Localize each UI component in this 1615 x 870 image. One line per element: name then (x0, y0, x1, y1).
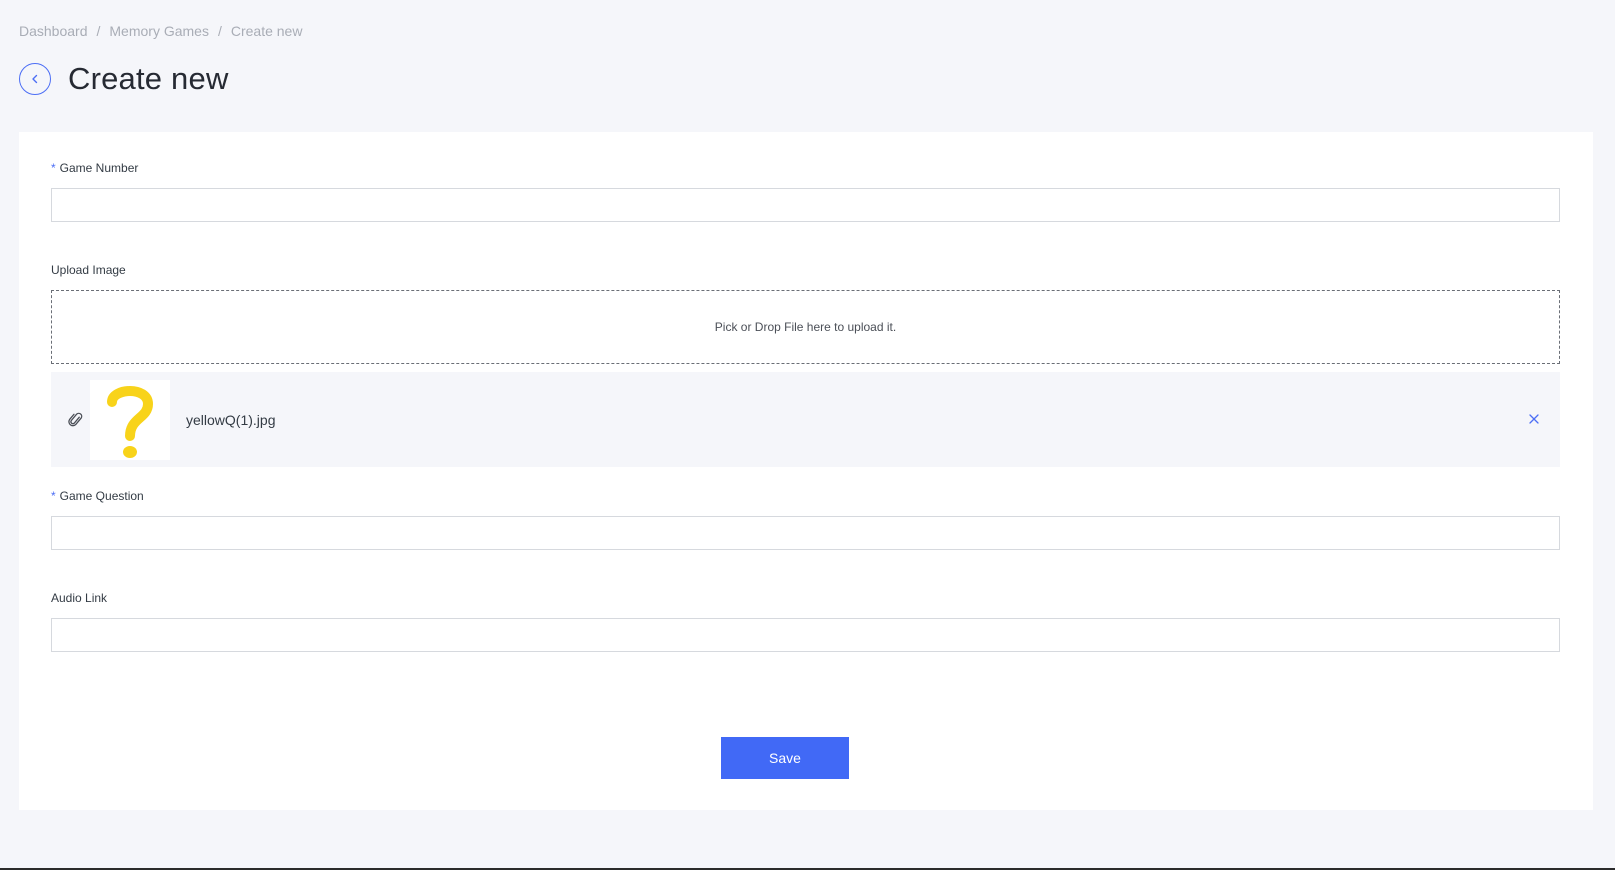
game-number-label-text: Game Number (59, 161, 139, 175)
breadcrumb-dashboard[interactable]: Dashboard (19, 23, 88, 39)
audio-link-input[interactable] (51, 618, 1560, 652)
breadcrumb: Dashboard / Memory Games / Create new (19, 22, 302, 40)
file-name: yellowQ(1).jpg (186, 411, 276, 428)
required-mark: * (51, 161, 56, 175)
form-card: * Game Number Upload Image Pick or Drop F… (19, 132, 1593, 810)
breadcrumb-separator: / (96, 23, 101, 39)
game-number-input[interactable] (51, 188, 1560, 222)
back-button[interactable] (19, 63, 51, 95)
breadcrumb-separator: / (217, 23, 222, 39)
game-question-input[interactable] (51, 516, 1560, 550)
upload-dropzone[interactable]: Pick or Drop File here to upload it. (51, 290, 1560, 364)
paperclip-icon (66, 410, 86, 430)
question-mark-icon (107, 385, 154, 458)
game-question-label-text: Game Question (59, 489, 144, 503)
breadcrumb-memory-games[interactable]: Memory Games (109, 23, 209, 39)
game-number-label: * Game Number (51, 161, 138, 175)
dropzone-text: Pick or Drop File here to upload it. (714, 320, 897, 334)
required-mark: * (51, 489, 56, 503)
page-header: Create new (19, 61, 229, 97)
remove-file-icon[interactable] (1526, 411, 1542, 427)
uploaded-file-item: yellowQ(1).jpg (51, 372, 1560, 467)
file-thumbnail (90, 379, 170, 460)
page-title: Create new (68, 61, 229, 96)
chevron-left-icon (32, 74, 38, 84)
game-question-label: * Game Question (51, 489, 144, 503)
audio-link-label: Audio Link (51, 591, 108, 605)
upload-image-label: Upload Image (51, 263, 126, 277)
save-button[interactable]: Save (721, 737, 849, 779)
breadcrumb-current: Create new (230, 23, 303, 39)
